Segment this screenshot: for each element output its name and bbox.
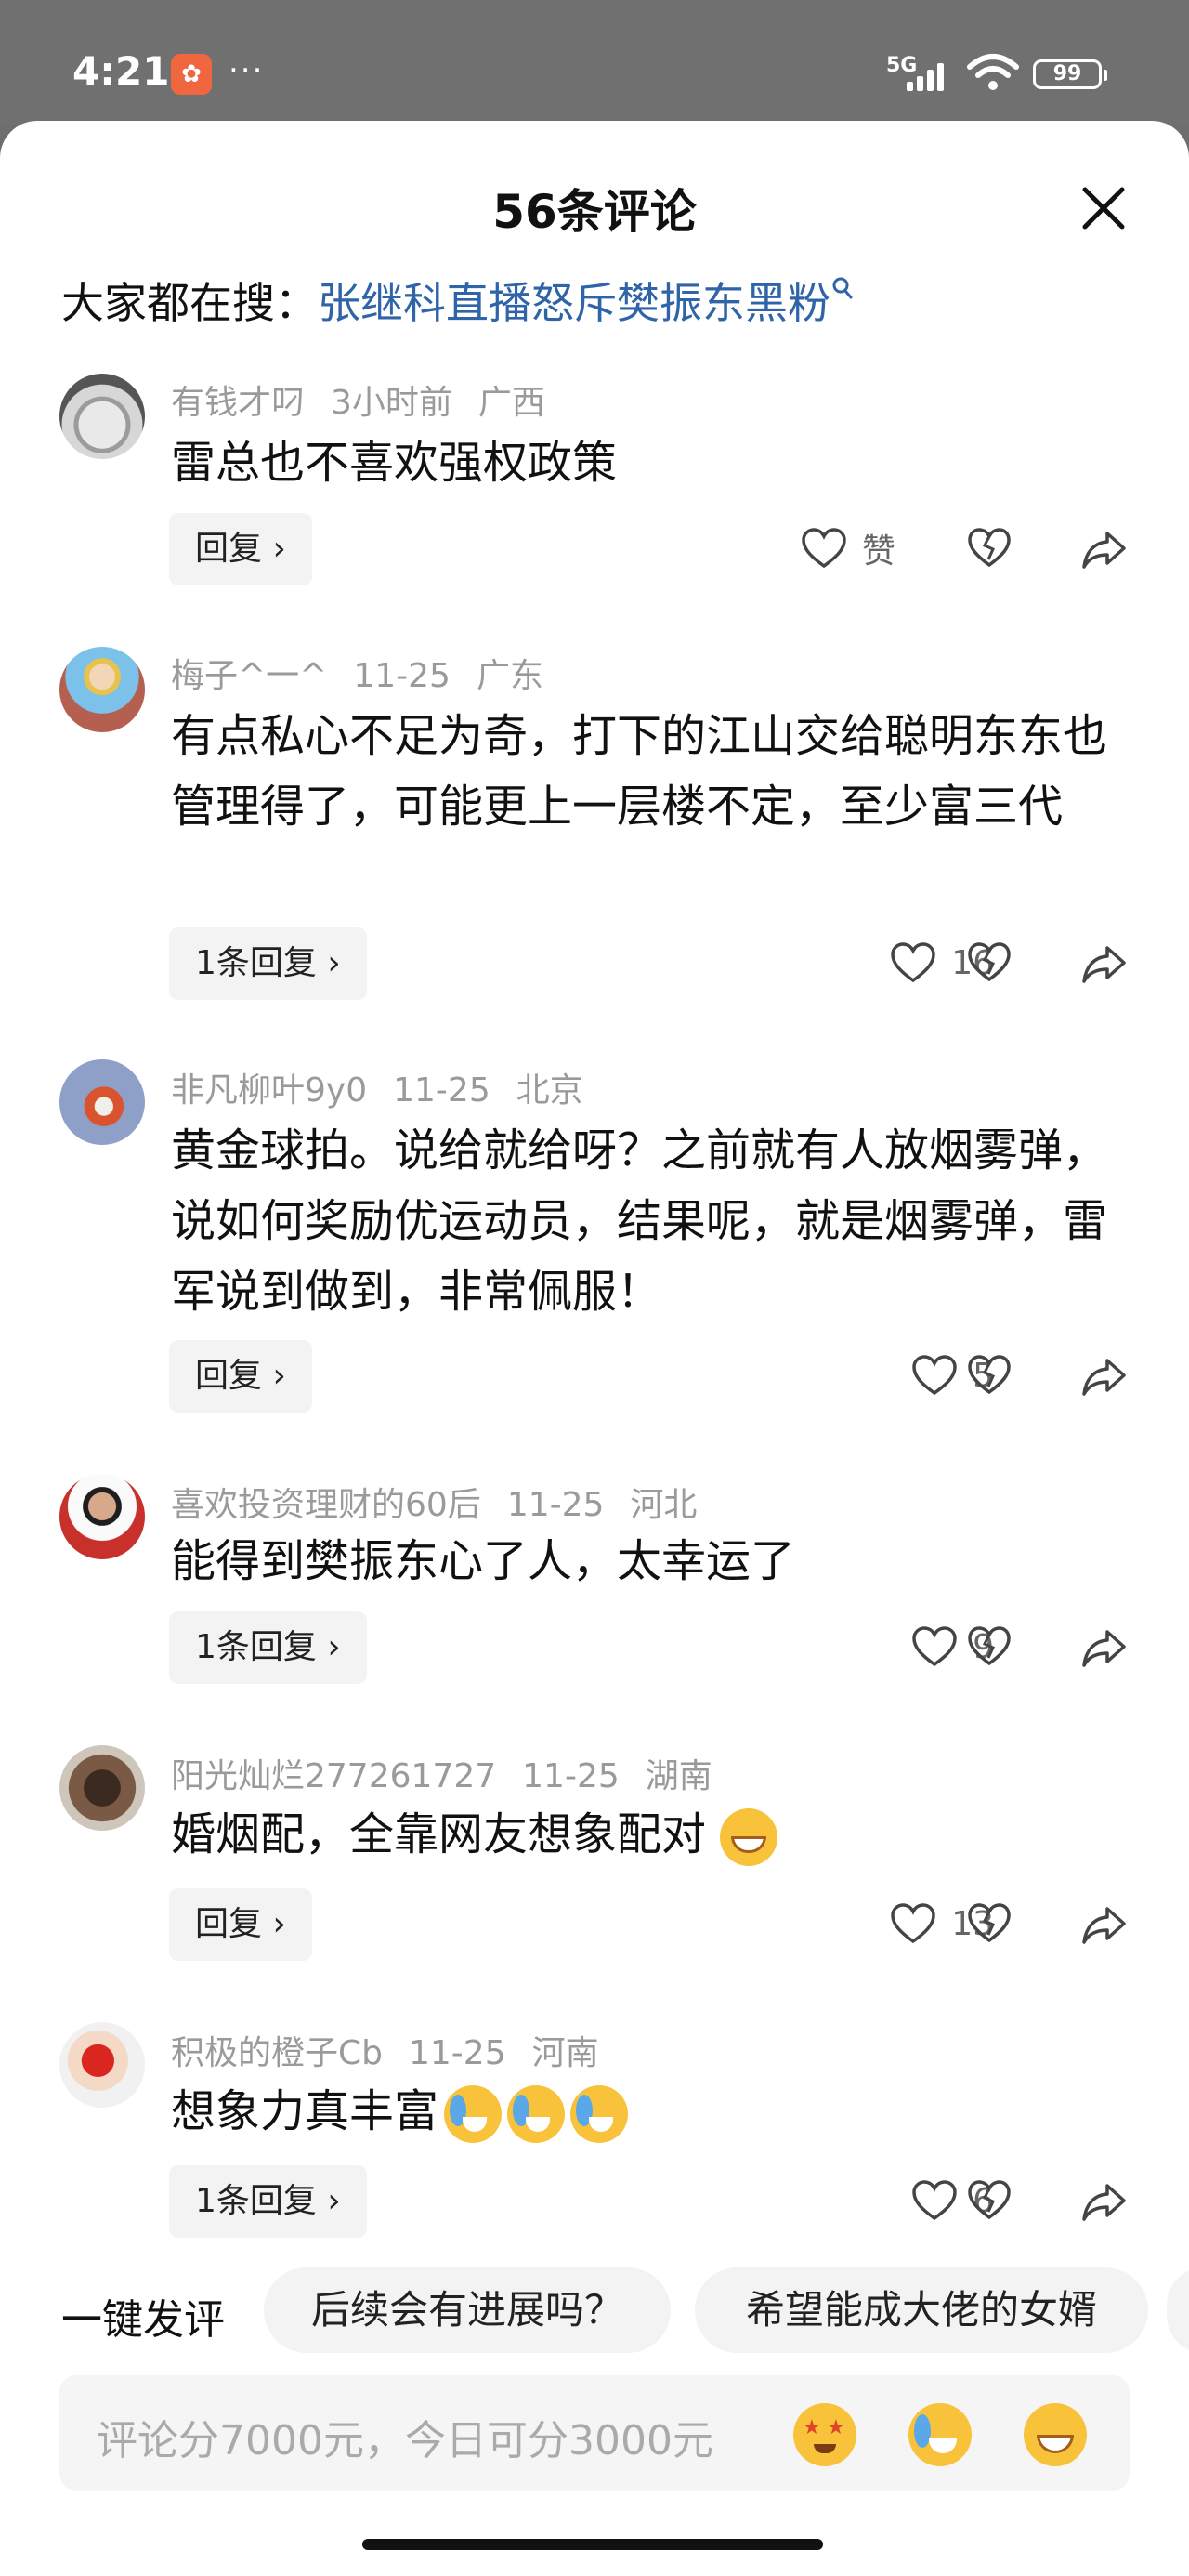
comment-actions: 16 [0,935,1189,991]
comment-text-body: 婚烟配，全靠网友想象配对 [171,1808,707,1860]
home-indicator[interactable] [362,2539,823,2550]
share-icon[interactable] [1079,1347,1130,1403]
star-eyes-emoji-icon[interactable]: ★ ★ [793,2403,856,2466]
heart-icon [912,2180,957,2221]
comment-time: 11-25 [506,1486,605,1524]
comment-actions: 5 [0,1347,1189,1403]
broken-heart-icon[interactable] [966,935,1013,991]
share-icon[interactable] [1079,2173,1130,2228]
comment-username[interactable]: 梅子^一^ [171,657,327,695]
comment-text[interactable]: 黄金球拍。说给就给呀？之前就有人放烟雾弹，说如何奖励优运动员，结果呢，就是烟雾弹… [171,1115,1109,1327]
status-time: 4:21 [72,48,170,94]
broken-heart-icon[interactable] [966,1619,1013,1675]
quick-reply-chip[interactable]: 后续会有进展吗？ [264,2267,671,2353]
broken-heart-icon[interactable] [966,1896,1013,1952]
comment-username[interactable]: 非凡柳叶9y0 [171,1071,367,1110]
comment-time: 11-25 [353,657,451,695]
quick-reply-chip[interactable]: 希望能成大佬的女婿 [695,2267,1148,2353]
comment-text[interactable]: 想象力真丰富 [171,2076,1109,2147]
comment-actions: 13 [0,1896,1189,1952]
comment-text[interactable]: 有点私心不足为奇，打下的江山交给聪明东东也管理得了，可能更上一层楼不定，至少富三… [171,701,1109,842]
cry-laugh-emoji-icon [507,2085,566,2143]
share-icon[interactable] [1079,1619,1130,1675]
quick-reply-label: 一键发评 [61,2296,225,2344]
comment-time: 11-25 [409,2034,506,2072]
quick-reply-row: 一键发评 后续会有进展吗？ 希望能成大佬的女婿 [0,2267,1189,2353]
app-badge-icon: ✿ [171,54,212,95]
status-bar: 4:21 ✿ ··· 5G 99 [0,0,1189,125]
more-dots: ··· [229,52,265,89]
comment-input-placeholder: 评论分7000元，今日可分3000元 [97,2417,713,2464]
comment-region: 河南 [531,2034,599,2072]
comment-region: 湖南 [645,1757,712,1795]
comment-username[interactable]: 有钱才叼 [171,384,305,422]
trending-search: 大家都在搜：张继科直播怒斥樊振东黑粉 [61,269,855,331]
broken-heart-icon[interactable] [966,1347,1013,1403]
comment-text[interactable]: 能得到樊振东心了人，太幸运了 [171,1526,1109,1597]
heart-icon [802,528,846,569]
heart-icon [891,1903,935,1944]
battery-indicator: 99 [1033,59,1107,89]
sheet-title: 56条评论 [492,185,697,239]
search-icon[interactable] [830,275,855,303]
heart-icon [891,942,935,983]
trending-search-label: 大家都在搜： [61,278,318,328]
avatar[interactable] [59,647,145,732]
avatar[interactable] [59,1745,145,1831]
comment-text[interactable]: 雷总也不喜欢强权政策 [171,427,1109,498]
avatar[interactable] [59,2022,145,2108]
broken-heart-icon[interactable] [966,520,1013,576]
comment-meta: 梅子^一^ 11-25 广东 [171,649,569,697]
comment-actions: 赞 [0,520,1189,576]
share-icon[interactable] [1079,520,1130,576]
comment-meta: 阳光灿烂277261727 11-25 湖南 [171,1749,738,1797]
avatar[interactable] [59,1059,145,1145]
trending-search-keyword[interactable]: 张继科直播怒斥樊振东黑粉 [318,278,830,328]
page: 4:21 ✿ ··· 5G 99 56条评论 大家都在搜：张继科直播怒斥樊振东黑… [0,0,1189,2576]
comment-region: 河北 [630,1486,698,1524]
comment-region: 广西 [477,384,545,422]
comment-username[interactable]: 积极的橙子Cb [171,2034,383,2072]
wifi-icon [967,54,1019,90]
comment-meta: 喜欢投资理财的60后 11-25 河北 [171,1478,723,1526]
grin-emoji-icon[interactable] [1024,2403,1087,2466]
close-icon[interactable] [1078,182,1130,234]
comment-time: 3小时前 [331,384,452,422]
comment-text-body: 想象力真丰富 [171,2085,439,2137]
quick-reply-chip-partial[interactable] [1167,2267,1189,2353]
comment-username[interactable]: 阳光灿烂277261727 [171,1757,496,1795]
comment-actions: 9 [0,1619,1189,1675]
comment-time: 11-25 [522,1757,620,1795]
cry-laugh-emoji-icon [444,2085,503,2143]
comment-region: 北京 [516,1071,583,1110]
comment-username[interactable]: 喜欢投资理财的60后 [171,1486,481,1524]
avatar[interactable] [59,1474,145,1559]
grin-emoji-icon [720,1808,778,1866]
share-icon[interactable] [1079,935,1130,991]
share-icon[interactable] [1079,1896,1130,1952]
heart-icon [912,1355,957,1396]
comment-meta: 积极的橙子Cb 11-25 河南 [171,2026,625,2074]
comment-meta: 有钱才叼 3小时前 广西 [171,375,571,424]
comment-input[interactable]: 评论分7000元，今日可分3000元 ★ ★ [59,2375,1130,2491]
comment-actions: 6 [0,2173,1189,2228]
comment-region: 广东 [476,657,543,695]
comment-meta: 非凡柳叶9y0 11-25 北京 [171,1063,609,1111]
heart-icon [912,1626,957,1667]
comment-time: 11-25 [393,1071,490,1110]
broken-heart-icon[interactable] [966,2173,1013,2228]
like-count: 赞 [861,532,895,571]
comment-text[interactable]: 婚烟配，全靠网友想象配对 [171,1799,1109,1870]
like-button[interactable]: 赞 [801,520,895,576]
cry-laugh-emoji-icon [570,2085,629,2143]
cry-laugh-emoji-icon[interactable] [908,2403,972,2466]
signal-icon [907,58,953,91]
avatar[interactable] [59,374,145,459]
